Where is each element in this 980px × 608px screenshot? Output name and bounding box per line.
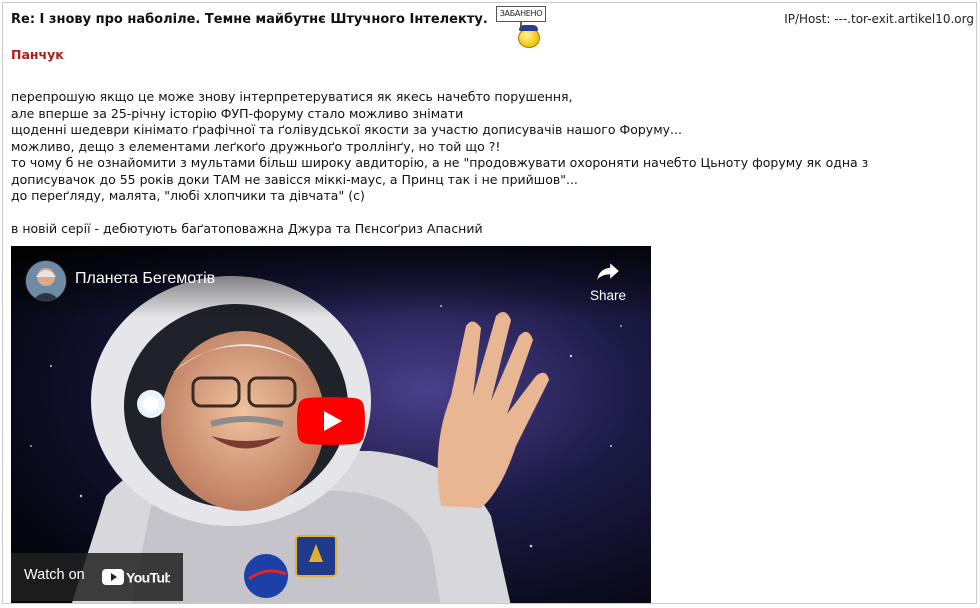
share-label: Share [589,288,627,303]
share-button[interactable]: Share [583,258,633,310]
youtube-embed[interactable]: Планета Бегемотів Share Watch on YouTube [11,246,651,603]
post-line: можливо, дещо з елементами леґкоґо дружн… [11,138,501,154]
forum-post: Re: І знову про наболіле. Темне майбутнє… [2,2,977,604]
watch-on-label: Watch on [24,567,85,583]
banned-smiley-icon: ЗАБАНЕНО [496,6,548,48]
youtube-logo-text: YouTube [126,570,170,586]
ip-host-label: IP/Host: ---.tor-exit.artikel10.org [784,12,974,26]
post-author[interactable]: Панчук [11,47,64,62]
video-title[interactable]: Планета Бегемотів [75,270,215,288]
watch-on-youtube-button[interactable]: Watch on YouTube [11,553,183,601]
banned-badge-label: ЗАБАНЕНО [496,6,546,22]
post-line: то чому б не ознайомити з мультами більш… [11,155,869,170]
post-line: до переґляду, малята, "любі хлопчики та … [11,188,365,203]
channel-avatar[interactable] [25,260,67,302]
youtube-logo-icon: YouTube [102,569,170,586]
post-body: перепрошую якщо це може знову інтерпрете… [11,89,951,238]
post-line: щоденні шедеври кінімато ґрафічної та ґо… [11,122,682,137]
post-line: дописувачок до 55 років доки ТАМ не заві… [11,171,578,187]
video-topbar: Планета Бегемотів Share [11,246,651,318]
post-line: але вперше за 25-річну історію ФУП-форум… [11,105,464,121]
share-icon [597,263,619,280]
post-line: перепрошую якщо це може знову інтерпрете… [11,89,573,104]
post-title: Re: І знову про наболіле. Темне майбутнє… [11,12,488,27]
play-button[interactable] [297,397,365,445]
post-line: в новій серії - дебютують баґатоповажна … [11,221,483,236]
